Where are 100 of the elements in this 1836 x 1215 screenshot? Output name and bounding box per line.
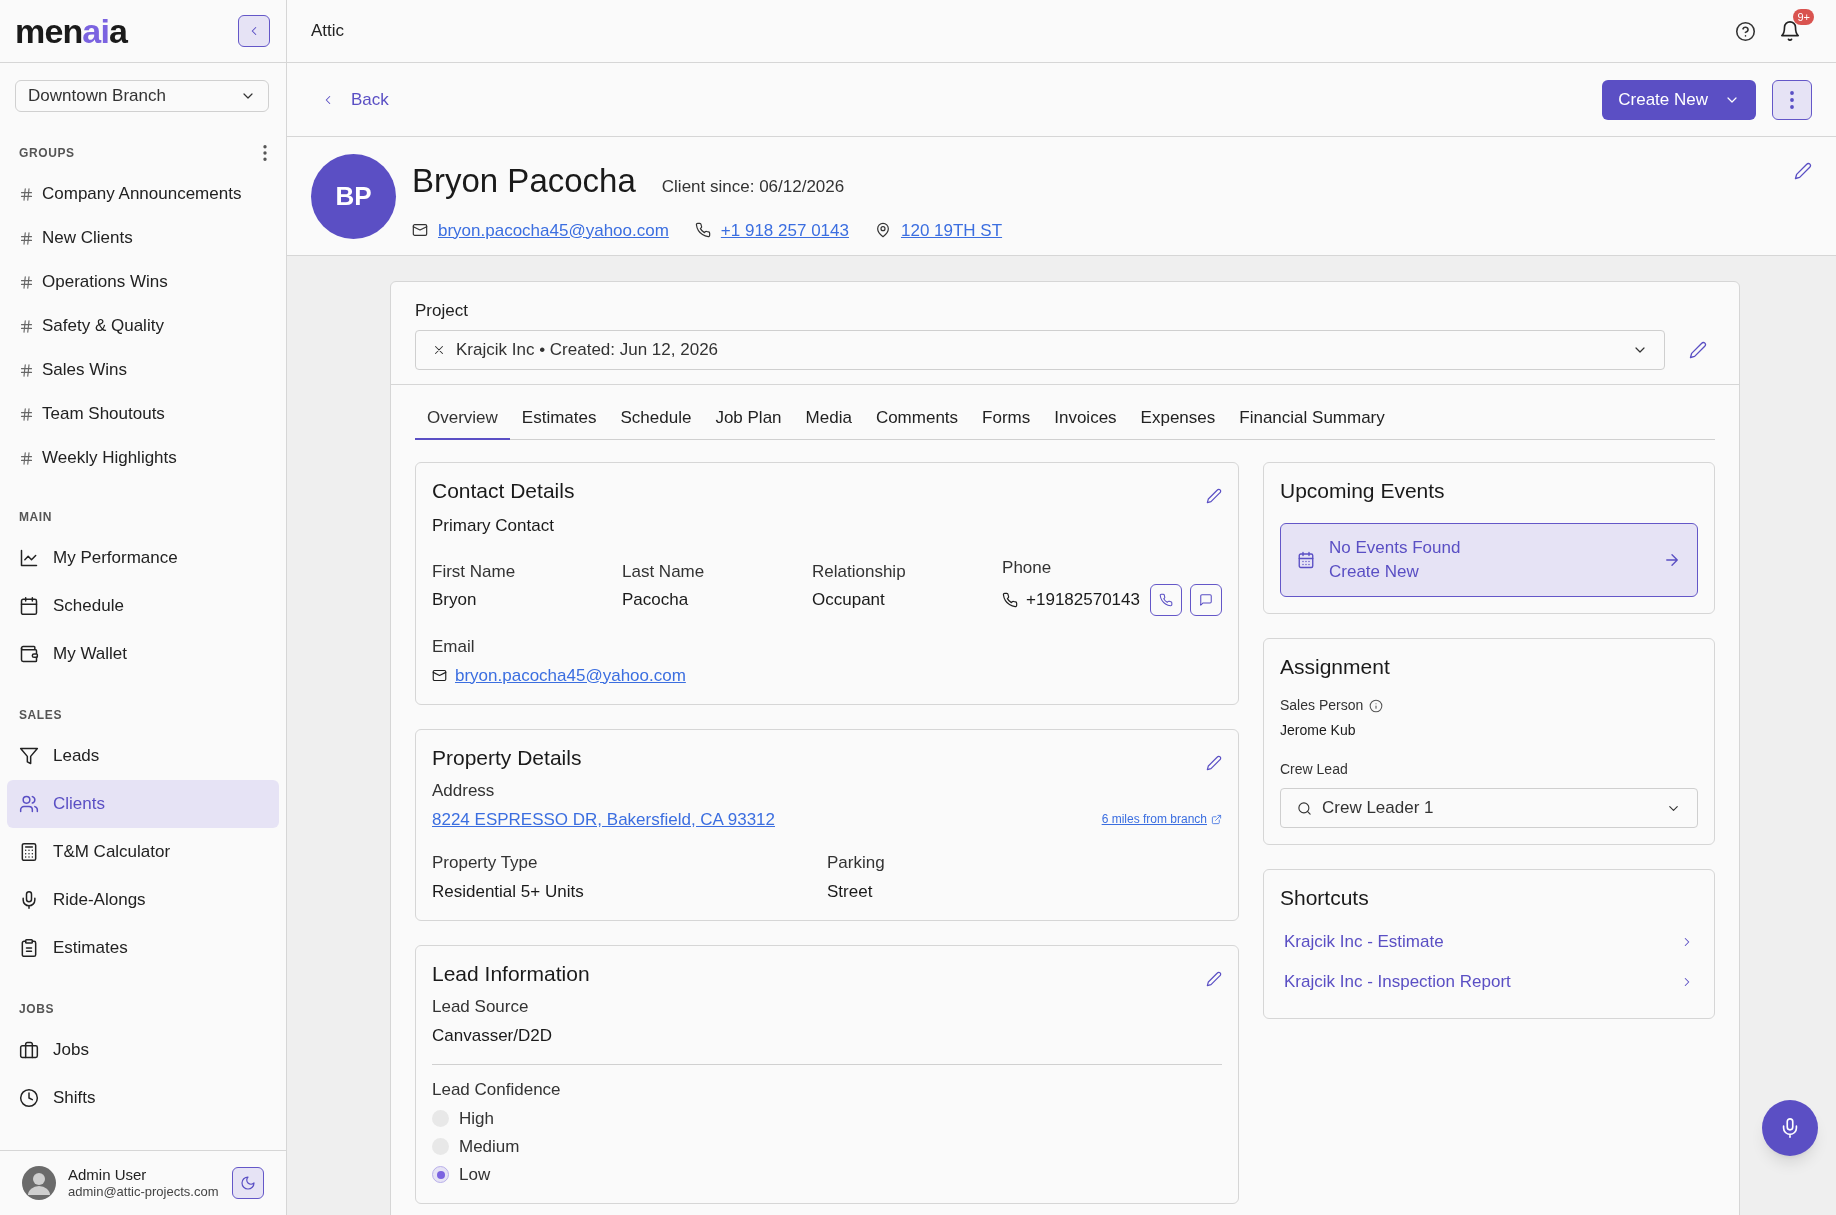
- pencil-icon: [1794, 162, 1812, 180]
- info-icon: [1369, 698, 1384, 713]
- edit-button[interactable]: [1794, 162, 1812, 180]
- sidebar-item[interactable]: Shifts: [7, 1074, 279, 1122]
- section-heading: JOBS: [19, 1001, 55, 1018]
- branch-select[interactable]: Downtown Branch: [15, 80, 269, 112]
- line-chart-icon: [19, 548, 39, 568]
- field-value: Pacocha: [622, 589, 690, 611]
- mail-icon: [432, 667, 447, 683]
- tab[interactable]: Overview: [415, 404, 510, 440]
- sidebar-item[interactable]: Sales Wins: [7, 348, 279, 392]
- sidebar-item[interactable]: Team Shoutouts: [7, 392, 279, 436]
- sidebar-item[interactable]: Operations Wins: [7, 260, 279, 304]
- edit-button[interactable]: [1206, 488, 1222, 504]
- avatar-icon: [22, 1166, 56, 1200]
- collapse-button[interactable]: [238, 15, 270, 47]
- tab[interactable]: Invoices: [1042, 404, 1129, 440]
- tab[interactable]: Financial Summary: [1227, 404, 1397, 440]
- pencil-icon: [1206, 755, 1222, 771]
- panel-title: Upcoming Events: [1280, 478, 1445, 504]
- field-value: Canvasser/D2D: [432, 1024, 553, 1047]
- calculator-icon: [19, 842, 39, 862]
- call-button[interactable]: [1150, 584, 1182, 616]
- external-link-icon: [1211, 813, 1222, 825]
- phone-icon: [1002, 592, 1019, 608]
- sidebar-item[interactable]: My Performance: [7, 534, 279, 582]
- back-link[interactable]: Back: [321, 86, 389, 113]
- field-label: Address: [432, 780, 496, 802]
- section-heading: MAIN: [19, 509, 53, 526]
- tab[interactable]: Estimates: [509, 404, 609, 440]
- user-name: Admin User: [68, 1165, 148, 1185]
- field-value: Occupant: [812, 589, 886, 611]
- field-label: Last Name: [622, 560, 706, 583]
- email-link[interactable]: bryon.pacocha45@yahoo.com: [455, 662, 686, 688]
- map-pin-icon: [874, 222, 891, 239]
- pencil-icon: [1689, 340, 1707, 359]
- field-label: Email: [432, 636, 476, 658]
- message-icon: [1199, 593, 1213, 607]
- notifications-button[interactable]: [1778, 19, 1802, 43]
- sidebar-item[interactable]: Weekly Highlights: [7, 436, 279, 480]
- events-card[interactable]: No Events Found Create New: [1280, 523, 1698, 597]
- more-icon: [263, 145, 267, 161]
- message-button[interactable]: [1190, 584, 1222, 616]
- edit-button[interactable]: [1206, 755, 1222, 771]
- sidebar-item[interactable]: T&M Calculator: [7, 828, 279, 876]
- tab[interactable]: Job Plan: [703, 404, 794, 440]
- tab[interactable]: Schedule: [608, 404, 704, 440]
- radio-option[interactable]: Low: [432, 1162, 1222, 1187]
- sidebar-item[interactable]: New Clients: [7, 216, 279, 260]
- funnel-icon: [19, 746, 39, 766]
- address-link[interactable]: 120 19TH ST: [900, 217, 1003, 243]
- mail-icon: [412, 222, 428, 239]
- phone-link[interactable]: +1 918 257 0143: [720, 217, 849, 243]
- sidebar-item[interactable]: Ride-Alongs: [7, 876, 279, 924]
- users-icon: [19, 794, 39, 814]
- distance-link[interactable]: 6 miles from branch: [1101, 810, 1222, 829]
- address-link[interactable]: 8224 ESPRESSO DR, Bakersfield, CA 93312: [432, 806, 775, 832]
- crew-lead-select[interactable]: Crew Leader 1: [1280, 788, 1698, 828]
- help-button[interactable]: [1735, 20, 1756, 42]
- shortcut-link[interactable]: Krajcik Inc - Estimate: [1280, 922, 1698, 962]
- sidebar-item[interactable]: Estimates: [7, 924, 279, 972]
- field-label: Lead Confidence: [432, 1079, 562, 1101]
- sidebar-item[interactable]: Jobs: [7, 1026, 279, 1074]
- tab[interactable]: Comments: [863, 404, 971, 440]
- radio-option[interactable]: High: [432, 1106, 1222, 1131]
- search-icon: [1297, 800, 1312, 816]
- field-label: Sales Person: [1280, 696, 1364, 715]
- tab[interactable]: Expenses: [1128, 404, 1228, 440]
- more-button[interactable]: [263, 145, 267, 161]
- sidebar-item[interactable]: My Wallet: [7, 630, 279, 678]
- sidebar-item[interactable]: Safety & Quality: [7, 304, 279, 348]
- project-select[interactable]: Krajcik Inc • Created: Jun 12, 2026: [415, 329, 1665, 370]
- sidebar-item[interactable]: Company Announcements: [7, 172, 279, 216]
- hash-icon: [19, 230, 34, 246]
- shortcut-link[interactable]: Krajcik Inc - Inspection Report: [1280, 962, 1698, 1002]
- email-link[interactable]: bryon.pacocha45@yahoo.com: [438, 217, 669, 243]
- edit-button[interactable]: [1206, 971, 1222, 987]
- more-options-button[interactable]: [1772, 79, 1812, 120]
- sidebar-item[interactable]: Leads: [7, 732, 279, 780]
- create-new-button[interactable]: Create New: [1602, 79, 1756, 120]
- hash-icon: [19, 186, 34, 202]
- field-label: Project: [415, 300, 469, 322]
- tab[interactable]: Media: [793, 404, 864, 440]
- panel-title: Lead Information: [432, 961, 590, 987]
- radio-button[interactable]: [432, 1166, 449, 1183]
- theme-toggle-button[interactable]: [232, 1167, 264, 1199]
- pencil-icon: [1206, 488, 1222, 504]
- phone-icon: [694, 222, 711, 239]
- create-link[interactable]: Create New: [1329, 560, 1649, 584]
- radio-option[interactable]: Medium: [432, 1134, 1222, 1159]
- edit-button[interactable]: [1689, 340, 1707, 359]
- field-label: Property Type: [432, 852, 539, 874]
- arrow-right-icon: [1663, 551, 1681, 569]
- tab[interactable]: Forms: [970, 404, 1043, 440]
- sidebar-item[interactable]: Clients: [7, 780, 279, 828]
- sidebar-item[interactable]: Schedule: [7, 582, 279, 630]
- field-label: Crew Lead: [1280, 760, 1349, 779]
- hash-icon: [19, 274, 34, 290]
- briefcase-icon: [19, 1040, 39, 1060]
- user-email: admin@attic-projects.com: [68, 1184, 220, 1201]
